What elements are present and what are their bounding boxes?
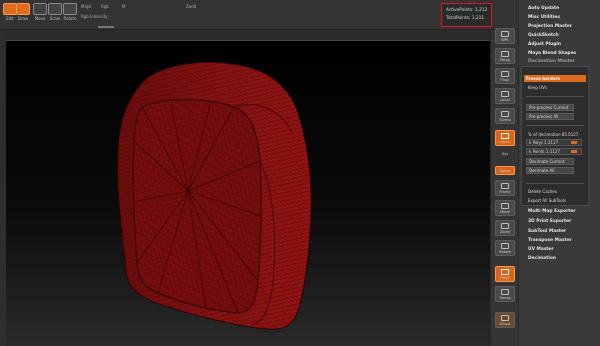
gizmo-button[interactable]: Gizmo [495, 108, 515, 124]
preprocess-all-button[interactable]: Pre-process All [526, 113, 574, 120]
move-view-icon [501, 202, 509, 209]
plugin-multi-map-exporter[interactable]: Multi Map Exporter [528, 209, 576, 214]
perspective-icon [501, 50, 509, 57]
k-polys-slider[interactable]: k Polys 1.2117 [526, 139, 582, 146]
local-icon [501, 90, 509, 97]
scale-button[interactable]: Scale [47, 3, 63, 25]
move-button[interactable]: Move [32, 3, 48, 25]
plugin-misc-utilities[interactable]: Misc Utilities [528, 15, 560, 20]
persp-button[interactable]: Persp [495, 48, 515, 64]
m-toggle[interactable]: M [122, 4, 125, 9]
move-view-button[interactable]: Move [495, 200, 515, 216]
divider [526, 125, 584, 126]
top-toolbar: Edit Draw Move Scale Rotate Mrgb Rgb M R… [0, 0, 518, 30]
rotate-icon [63, 3, 77, 15]
rgb-intensity-slider[interactable]: Rgb Intensity [81, 14, 108, 19]
decimate-all-button[interactable]: Decimate All [526, 167, 574, 174]
mesh-model [117, 61, 312, 330]
toolbar-scroll-handle[interactable] [98, 26, 114, 28]
rgb-toggle[interactable]: Rgb [101, 4, 109, 9]
frame-button[interactable]: Frame [495, 180, 515, 196]
freeze-borders-toggle[interactable]: Freeze borders [524, 75, 586, 82]
preprocess-current-button[interactable]: Pre-process Current [526, 104, 574, 111]
mrgb-toggle[interactable]: Mrgb [81, 4, 91, 9]
polyframe-button[interactable]: PolyF [495, 266, 515, 282]
plugin-3d-print-exporter[interactable]: 3D Print Exporter [528, 219, 571, 224]
k-points-slider[interactable]: k Points 1.1127 [526, 148, 582, 155]
decimation-master-subpalette: Freeze borders Keep UVs Pre-process Curr… [521, 66, 589, 206]
xpose-button[interactable]: Xpose [495, 166, 515, 175]
export-all-subtools-button[interactable]: Export All SubTools [526, 197, 566, 204]
zoom-icon [501, 222, 509, 229]
dynamic-icon [501, 132, 509, 139]
plugin-subtool-master[interactable]: SubTool Master [528, 229, 566, 234]
divider [526, 183, 584, 184]
scale-icon [48, 3, 62, 15]
local-button[interactable]: Local [495, 88, 515, 104]
plugin-decimation-master[interactable]: Decimation Master [528, 59, 575, 64]
dynamic-button[interactable]: Dyna [495, 130, 515, 146]
gizmo-icon [501, 110, 509, 117]
delete-caches-button[interactable]: Delete Caches [526, 188, 557, 195]
rotate-view-button[interactable]: Rotate [495, 240, 515, 256]
plugin-transpose-master[interactable]: Transpose Master [528, 238, 572, 243]
floor-button[interactable]: Floor [495, 68, 515, 84]
divider [526, 96, 584, 97]
polyframe-icon [501, 268, 509, 275]
active-points-text: ActivePoints: 1,212 [446, 8, 488, 13]
plugin-maya-blend-shapes[interactable]: Maya Blend Shapes [528, 51, 576, 56]
plugin-decimation[interactable]: Decimation [528, 256, 556, 261]
transparency-icon [501, 288, 509, 295]
ghost-icon [501, 314, 509, 321]
zoom-button[interactable]: Zoom [495, 220, 515, 236]
percent-decimation-slider[interactable]: % of decimation 85.0127 [526, 131, 578, 138]
total-points-text: TotalPoints: 1,211 [446, 16, 485, 21]
rotate-view-icon [501, 242, 509, 249]
plugin-quicksketch[interactable]: QuickSketch [528, 33, 559, 38]
zadd-toggle[interactable]: Zadd [186, 4, 196, 9]
plugin-projection-master[interactable]: Projection Master [528, 24, 572, 29]
bpr-icon [501, 30, 509, 37]
right-tool-strip: BPR Persp Floor Local Gizmo Dyna Xyz Xpo… [490, 28, 518, 346]
frame-icon [501, 182, 509, 189]
keep-uvs-toggle[interactable]: Keep UVs [526, 84, 547, 91]
3d-viewport[interactable] [6, 40, 490, 346]
move-icon [33, 3, 47, 15]
draw-icon [16, 3, 30, 15]
draw-button[interactable]: Draw [15, 3, 31, 25]
decimate-current-button[interactable]: Decimate Current [526, 158, 574, 165]
ghost-button[interactable]: Ghost [495, 312, 515, 328]
floor-icon [501, 70, 509, 77]
points-readout: ActivePoints: 1,212 TotalPoints: 1,211 [441, 3, 492, 27]
bpr-button[interactable]: BPR [495, 28, 515, 44]
plugin-uv-master[interactable]: UV Master [528, 247, 554, 252]
xyz-toggle[interactable]: Xyz [493, 152, 517, 156]
plugin-auto-update[interactable]: Auto Update [528, 6, 559, 11]
plugin-adjust[interactable]: Adjust Plugin [528, 42, 561, 47]
rotate-button[interactable]: Rotate [62, 3, 78, 25]
transparency-button[interactable]: Transp [495, 286, 515, 302]
